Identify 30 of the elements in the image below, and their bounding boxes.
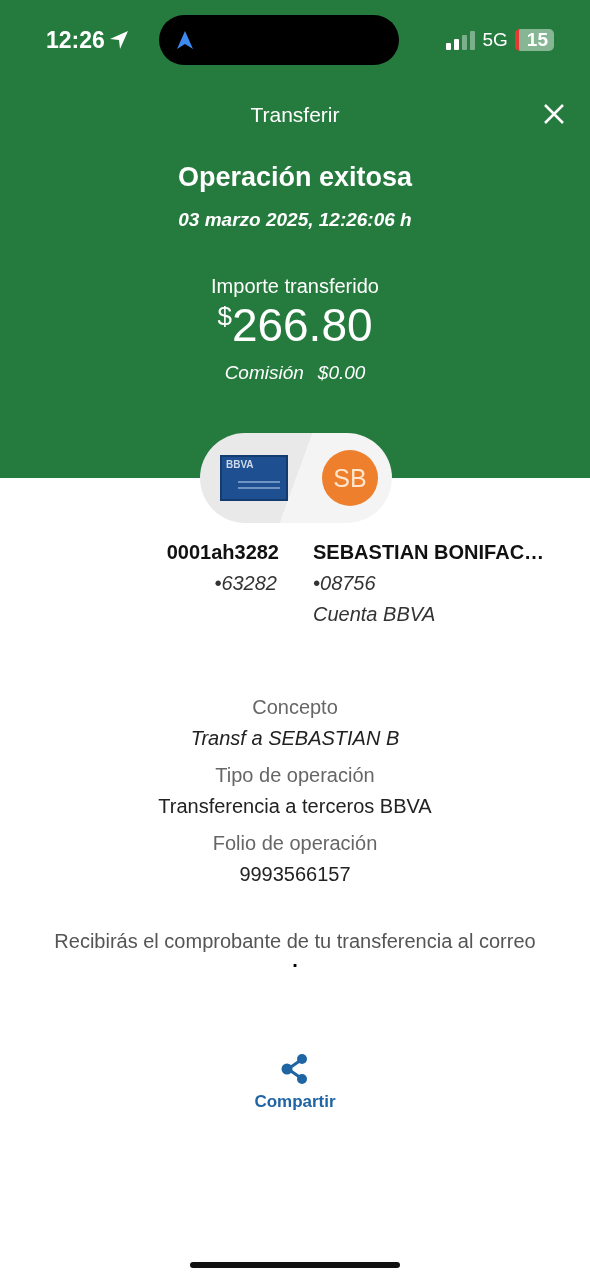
transferred-amount: $266.80	[216, 300, 374, 350]
detail-label: Concepto	[252, 696, 338, 719]
detail-value: Transferencia a terceros BBVA	[158, 795, 432, 818]
source-account-name: 0001ah3282	[166, 541, 279, 564]
battery-indicator: 15	[514, 29, 554, 51]
recipient-avatar: SB	[322, 450, 378, 506]
detail-label: Folio de operación	[212, 832, 378, 855]
commission-amount: $0.00	[317, 362, 366, 384]
screen-title: Transferir	[250, 103, 340, 127]
detail-label: Tipo de operación	[215, 764, 375, 787]
network-label: 5G	[482, 29, 508, 51]
clock-time: 12:26	[46, 26, 105, 54]
recipient-account-number: •08756	[313, 572, 376, 595]
signal-icon	[445, 30, 476, 50]
share-icon	[281, 1054, 309, 1084]
close-button[interactable]	[542, 102, 566, 126]
amount-label: Importe transferido	[210, 275, 380, 298]
share-button[interactable]: Compartir	[254, 1054, 336, 1112]
navigation-arrow-icon	[176, 31, 193, 49]
commission-label: Comisión	[224, 362, 304, 384]
source-account-number: •63282	[214, 572, 277, 595]
bank-card-icon: BBVA	[220, 455, 288, 501]
success-title: Operación exitosa	[176, 162, 414, 193]
operation-date: 03 marzo 2025, 12:26:06 h	[177, 209, 413, 231]
location-arrow-icon	[108, 30, 129, 50]
detail-value: Transf a SEBASTIAN B	[190, 727, 400, 750]
close-icon	[542, 102, 566, 126]
detail-value: 9993566157	[239, 863, 351, 886]
recipient-name: SEBASTIAN BONIFAC…	[313, 541, 545, 564]
recipient-bank: Cuenta BBVA	[313, 603, 436, 626]
